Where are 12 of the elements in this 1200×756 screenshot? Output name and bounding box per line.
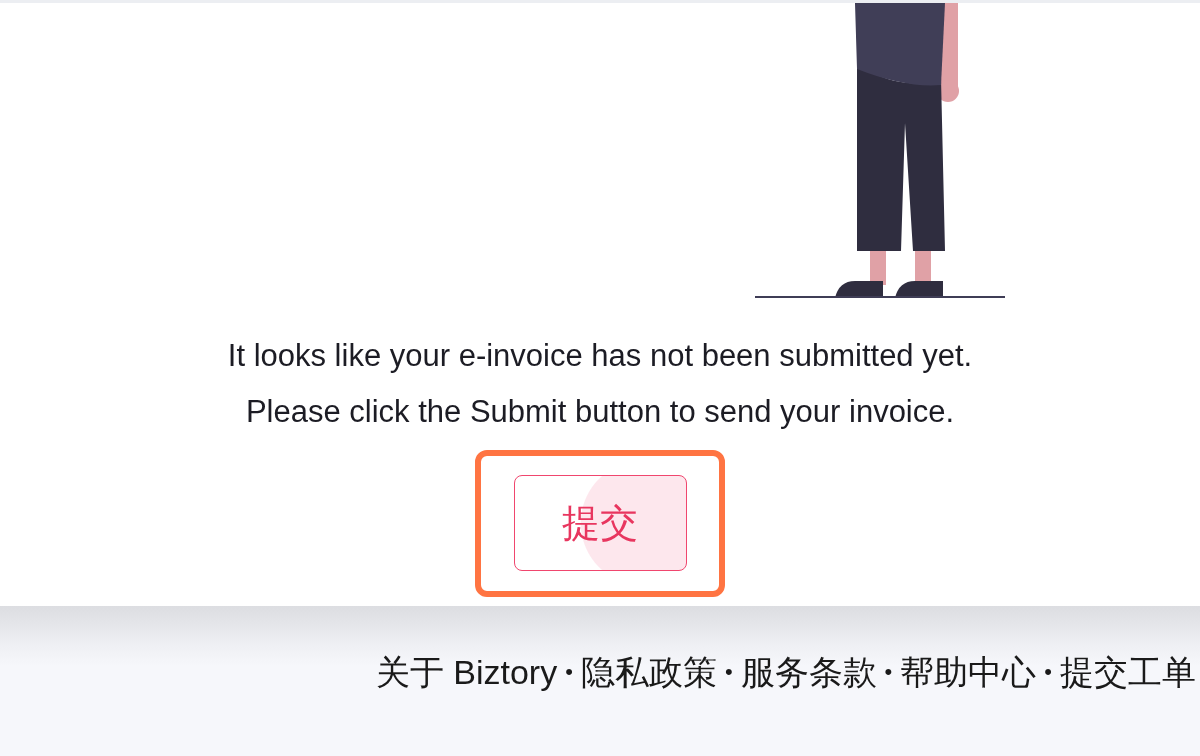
- separator-dot: •: [724, 659, 733, 685]
- footer-link[interactable]: 提交工单: [1060, 650, 1196, 694]
- separator-dot: •: [1044, 659, 1052, 685]
- separator-dot: •: [565, 659, 573, 685]
- footer-link[interactable]: 服务条款: [740, 650, 877, 694]
- separator-dot: •: [884, 659, 893, 685]
- message-text: It looks like your e-invoice has not been submitted yet.: [227, 338, 973, 374]
- footer-link[interactable]: 帮助中心: [900, 650, 1037, 694]
- submit-button[interactable]: 提交: [513, 475, 687, 571]
- message-text: Please click the Submit button to send your invoice.: [245, 394, 955, 430]
- footer-link[interactable]: 关于 Biztory: [375, 650, 558, 694]
- footer-link[interactable]: 隐私政策: [580, 650, 717, 694]
